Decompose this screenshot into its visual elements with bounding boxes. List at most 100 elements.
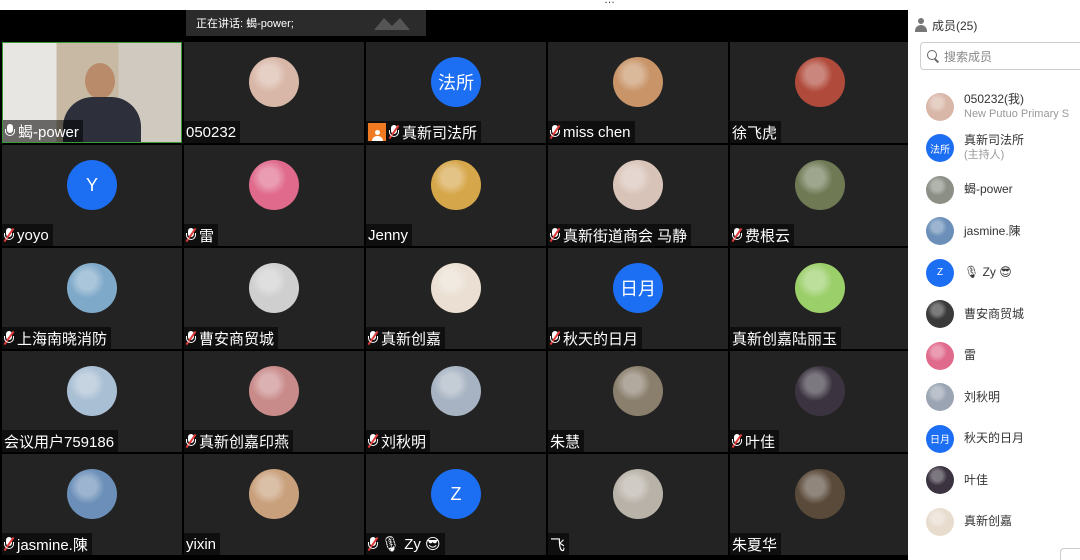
participant-name: 秋天的日月 [563, 330, 639, 348]
participant-avatar [613, 366, 663, 416]
member-name: 真新司法所 [964, 133, 1025, 148]
member-list-item[interactable]: 刘秋明 [926, 377, 1080, 419]
mic-muted-icon [185, 433, 197, 449]
participant-name: 050232 [186, 123, 237, 141]
member-search-input[interactable]: 搜索成员 [920, 42, 1080, 70]
participant-tile[interactable]: 叶佳 [730, 351, 910, 452]
participant-tile[interactable]: jasmine.陳 [2, 454, 182, 555]
participant-name: 真新创嘉印燕 [199, 433, 290, 451]
participant-avatar: 日月 [613, 263, 663, 313]
participant-tile[interactable]: 飞 [548, 454, 728, 555]
member-name: jasmine.陳 [964, 223, 1021, 238]
participant-name: Jenny [368, 226, 409, 244]
participant-name: 叶佳 [745, 433, 776, 451]
participant-tile[interactable]: 真新街道商会 马静 [548, 145, 728, 246]
participant-avatar [613, 469, 663, 519]
participant-name: 朱慧 [550, 433, 581, 451]
person-icon [914, 18, 928, 32]
member-avatar: Z [926, 258, 954, 287]
member-avatar: 法所 [926, 134, 954, 163]
participant-tile[interactable]: 蝎-power [2, 42, 182, 143]
participant-avatar [249, 469, 299, 519]
participant-nameplate: 真新创嘉陆丽玉 [730, 327, 842, 349]
participant-nameplate: 秋天的日月 [548, 327, 643, 349]
video-grid: 蝎-power 050232 法所 真新司法所 miss chen 徐飞虎 Yyoyo 雷 Je… [2, 42, 910, 560]
member-list: 050232(我) New Putuo Primary S 法所 真新司法所 (主持人)… [926, 86, 1080, 543]
video-gallery: 正在讲话: 蝎-power; 蝎-power 050232 法所 真新司法所 miss … [0, 10, 910, 560]
members-header: 成员(25) [914, 14, 977, 36]
member-list-item[interactable]: 雷 [926, 335, 1080, 377]
participant-tile[interactable]: 朱慧 [548, 351, 728, 452]
participant-name: yixin [186, 535, 217, 553]
member-list-item[interactable]: jasmine.陳 [926, 211, 1080, 253]
participant-nameplate: 朱慧 [548, 430, 585, 452]
mic-muted-icon [3, 227, 15, 243]
participant-tile[interactable]: 050232 [184, 42, 364, 143]
participant-tile[interactable]: 真新创嘉印燕 [184, 351, 364, 452]
active-speaker-label: 正在讲话: 蝎-power; [196, 18, 294, 30]
participant-tile[interactable]: 上海南晓消防 [2, 248, 182, 349]
participant-name: yoyo [17, 226, 49, 244]
participant-tile[interactable]: 刘秋明 [366, 351, 546, 452]
participant-nameplate: 徐飞虎 [730, 121, 782, 143]
members-count-label: 成员(25) [932, 18, 978, 33]
participant-avatar [795, 160, 845, 210]
participant-nameplate: 会议用户759186 [2, 430, 119, 452]
participant-name: 真新街道商会 马静 [563, 227, 688, 245]
mic-muted-icon [367, 433, 379, 449]
member-list-item[interactable]: Z 🎙 Zy 😎 [926, 252, 1080, 294]
mic-muted-icon [549, 227, 561, 243]
participant-tile[interactable]: 曹安商贸城 [184, 248, 364, 349]
participant-nameplate: Jenny [366, 224, 413, 246]
member-list-item[interactable]: 蝎-power [926, 169, 1080, 211]
participant-nameplate: 飞 [548, 533, 570, 555]
participant-tile[interactable]: 朱夏华 [730, 454, 910, 555]
member-avatar [926, 175, 954, 204]
member-name: 050232(我) [964, 91, 1025, 106]
panel-corner-handle[interactable] [1060, 548, 1080, 560]
participant-tile[interactable]: 徐飞虎 [730, 42, 910, 143]
participant-tile[interactable]: yixin [184, 454, 364, 555]
mic-muted-icon [731, 433, 743, 449]
participant-avatar: 法所 [431, 57, 481, 107]
participant-tile[interactable]: Yyoyo [2, 145, 182, 246]
mic-muted-icon [731, 227, 743, 243]
participant-tile[interactable]: 法所 真新司法所 [366, 42, 546, 143]
participant-tile[interactable]: 真新创嘉陆丽玉 [730, 248, 910, 349]
participant-tile[interactable]: 会议用户759186 [2, 351, 182, 452]
participant-avatar: Y [67, 160, 117, 210]
member-avatar [926, 466, 954, 495]
member-name: 🎙 Zy 😎 [964, 265, 1012, 280]
participant-avatar [613, 160, 663, 210]
participant-tile[interactable]: 雷 [184, 145, 364, 246]
participant-avatar [67, 263, 117, 313]
participant-nameplate: yoyo [2, 224, 53, 246]
participant-name: 蝎-power [18, 123, 79, 141]
mic-muted-icon [549, 124, 561, 140]
member-list-item[interactable]: 真新创嘉 [926, 501, 1080, 543]
member-list-item[interactable]: 曹安商贸城 [926, 294, 1080, 336]
participant-name: 真新创嘉 [381, 330, 442, 348]
participant-name: 会议用户759186 [4, 433, 115, 451]
participant-nameplate: 刘秋明 [366, 430, 431, 452]
participant-name: jasmine.陳 [17, 536, 88, 554]
participant-nameplate: 🎙 Zy 😎 [366, 533, 445, 555]
participant-tile[interactable]: 日月秋天的日月 [548, 248, 728, 349]
mic-muted-icon [388, 124, 400, 140]
participant-tile[interactable]: 真新创嘉 [366, 248, 546, 349]
member-name: 蝎-power [964, 182, 1013, 197]
member-name: 叶佳 [964, 472, 989, 487]
member-list-item[interactable]: 法所 真新司法所 (主持人) [926, 128, 1080, 170]
participant-tile[interactable]: miss chen [548, 42, 728, 143]
participant-name: 🎙 Zy 😎 [381, 536, 441, 553]
window-title-bar: … [0, 0, 908, 10]
participant-tile[interactable]: Jenny [366, 145, 546, 246]
member-list-item[interactable]: 050232(我) New Putuo Primary S [926, 86, 1080, 128]
mic-muted-icon [367, 536, 379, 552]
mic-icon [5, 124, 15, 138]
participant-nameplate: 曹安商贸城 [184, 327, 279, 349]
member-list-item[interactable]: 日月 秋天的日月 [926, 418, 1080, 460]
participant-tile[interactable]: Z 🎙 Zy 😎 [366, 454, 546, 555]
participant-tile[interactable]: 费根云 [730, 145, 910, 246]
member-list-item[interactable]: 叶佳 [926, 460, 1080, 502]
